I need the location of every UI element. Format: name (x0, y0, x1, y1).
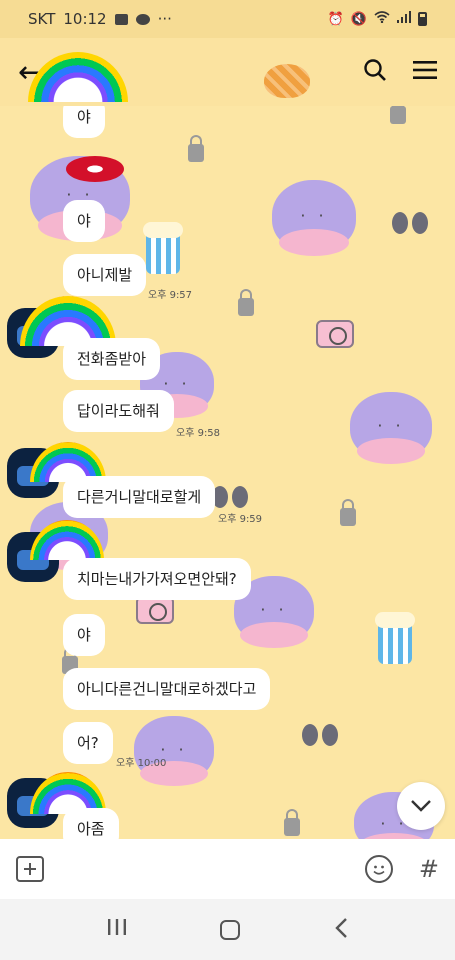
message-timestamp: 오후 9:57 (148, 290, 193, 301)
message-bubble[interactable]: 야 (63, 614, 105, 656)
message-timestamp: 오후 9:59 (218, 514, 263, 525)
popcorn-background-sticker (375, 612, 415, 664)
message-text: 야 (77, 212, 91, 230)
message-text: 야 (77, 626, 91, 644)
system-back-button[interactable] (334, 913, 348, 946)
message-text: 다른거니말대로할게 (77, 488, 202, 506)
popcorn-background-sticker (143, 222, 183, 274)
lock-background-sticker (188, 135, 204, 162)
add-attachment-button[interactable] (16, 856, 44, 882)
message-text: 답이라도해줘 (77, 402, 160, 420)
home-button[interactable] (220, 919, 241, 940)
message-text: 어? (77, 734, 99, 752)
emoji-icon (373, 865, 385, 875)
gallery-notification-icon (114, 13, 128, 25)
search-icon (364, 59, 386, 81)
message-input-bar: # (0, 839, 455, 899)
message-bubble[interactable]: 아좀 (63, 808, 119, 839)
lock-background-sticker (390, 106, 406, 124)
system-navigation-bar (0, 899, 455, 960)
talk-notification-icon (135, 13, 150, 25)
clock: 10:12 (63, 10, 107, 28)
chevron-down-icon (411, 800, 431, 812)
message-text: 아니제발 (77, 266, 133, 284)
message-bubble[interactable]: 야 (63, 106, 105, 138)
hamburger-menu-icon (413, 61, 437, 79)
message-text: 아좀 (77, 820, 105, 838)
alarm-icon: ⏰ (327, 11, 344, 27)
lock-background-sticker (284, 809, 300, 836)
message-bubble[interactable]: 어? (63, 722, 113, 764)
camera-background-sticker (136, 596, 174, 624)
camera-background-sticker (316, 320, 354, 348)
hippo-background-sticker (350, 392, 432, 465)
hashtag-search-button[interactable]: # (419, 855, 439, 883)
chat-messages[interactable]: 야 야 아니제발 오후 9:57 전화좀받아 답이라도해줘 오후 9:58 다른… (0, 106, 455, 839)
binoculars-background-sticker (302, 724, 338, 746)
menu-button[interactable] (413, 60, 437, 84)
message-text: 아니다른건니말대로하겠다고 (77, 680, 257, 698)
signal-icon (397, 11, 411, 27)
hippo-background-sticker (272, 180, 356, 257)
message-bubble[interactable]: 아니다른건니말대로하겠다고 (63, 668, 271, 710)
message-bubble[interactable]: 다른거니말대로할게 (63, 476, 216, 518)
emoji-button[interactable] (364, 855, 393, 883)
recent-apps-button[interactable] (107, 917, 127, 942)
message-timestamp: 오후 9:58 (176, 428, 221, 439)
message-timestamp: 오후 10:00 (116, 758, 167, 769)
wifi-icon (374, 11, 390, 27)
search-button[interactable] (363, 58, 387, 86)
message-bubble[interactable]: 전화좀받아 (63, 338, 161, 380)
message-text: 야 (77, 108, 91, 126)
lock-background-sticker (340, 499, 356, 526)
message-bubble[interactable]: 야 (63, 200, 105, 242)
binoculars-background-sticker (392, 212, 428, 234)
lock-background-sticker (238, 289, 254, 316)
carrier-label: SKT (28, 10, 56, 28)
status-bar: SKT 10:12 ··· ⏰ 🔇 (0, 0, 455, 38)
lips-censor-sticker (66, 156, 124, 182)
message-bubble[interactable]: 아니제발 (63, 254, 147, 296)
battery-icon (418, 12, 427, 26)
message-text: 전화좀받아 (77, 350, 147, 368)
chevron-left-icon (335, 918, 347, 938)
message-bubble[interactable]: 치마는내가가져오면안돼? (63, 558, 251, 600)
plus-icon (24, 863, 36, 875)
scroll-down-button[interactable] (397, 782, 445, 830)
detective-hat-sticker (264, 64, 310, 98)
recent-apps-icon (107, 919, 126, 935)
message-text: 치마는내가가져오면안돼? (77, 570, 237, 588)
mute-icon: 🔇 (350, 11, 367, 27)
binoculars-background-sticker (212, 486, 248, 508)
more-notifications: ··· (157, 10, 172, 28)
message-bubble[interactable]: 답이라도해줘 (63, 390, 174, 432)
hippo-background-sticker (134, 716, 214, 786)
